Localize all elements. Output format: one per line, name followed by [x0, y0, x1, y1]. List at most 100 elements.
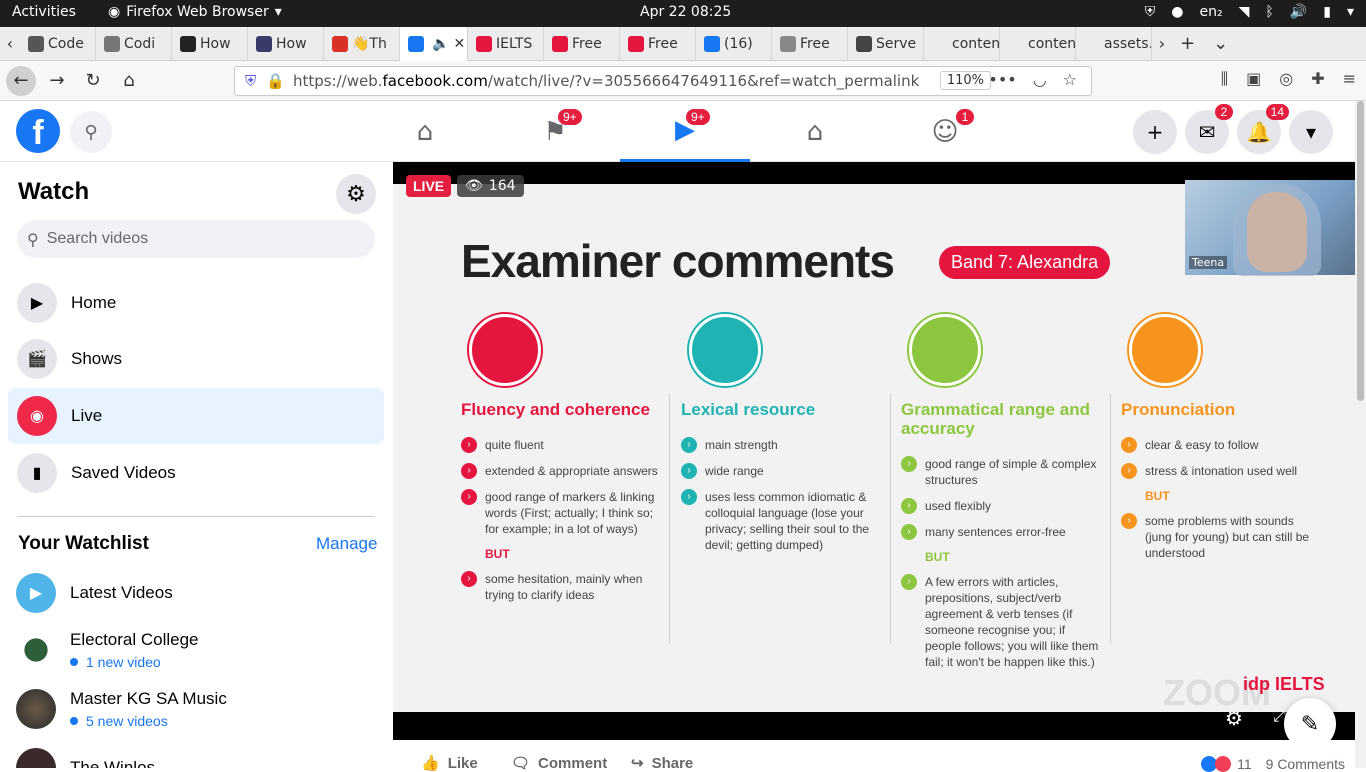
notifications-button[interactable]: 🔔 14 — [1237, 104, 1289, 154]
tab-audio-icon[interactable]: 🔈 — [432, 36, 449, 52]
url-text[interactable]: https://web.facebook.com/watch/live/?v=3… — [293, 72, 919, 90]
live-icon: ◉ — [17, 396, 57, 436]
sidebar-item-shows[interactable]: 🎬 Shows — [8, 331, 384, 387]
nav-pages[interactable]: ⚑ 9+ — [490, 101, 620, 162]
love-reaction-icon — [1215, 756, 1232, 772]
comment-button[interactable]: 🗨 Comment — [511, 754, 607, 772]
criteria-heading: Fluency and coherence — [461, 400, 650, 419]
account-icon[interactable]: ◎ — [1279, 69, 1293, 89]
tab-close-icon[interactable]: ✕ — [453, 36, 465, 52]
video-settings-icon[interactable]: ⚙ — [1225, 706, 1243, 730]
browser-tab[interactable]: (16) — [696, 27, 772, 61]
browser-tab[interactable]: Code — [20, 27, 96, 61]
sidebar-icon[interactable]: ▣ — [1246, 69, 1261, 89]
watchlist-item[interactable]: The Winlos — [16, 748, 155, 768]
search-videos-input[interactable] — [46, 230, 347, 248]
bullet-item: › uses less common idiomatic & colloquial… — [681, 489, 881, 553]
browser-tab[interactable]: Free — [772, 27, 848, 61]
app-menu[interactable]: ◉ Firefox Web Browser ▾ — [108, 4, 282, 20]
browser-tab[interactable]: Codi — [96, 27, 172, 61]
tabs-scroll-left-icon[interactable]: ‹ — [0, 27, 20, 60]
firefox-icon: ◉ — [108, 4, 121, 20]
bookmark-star-icon[interactable]: ☆ — [1063, 70, 1077, 89]
reload-icon[interactable]: ↻ — [78, 66, 108, 96]
post-actions: 👍 Like 🗨 Comment ↪ Share 11 9 Comments — [393, 740, 1355, 772]
tracking-shield-icon[interactable]: ⛨ — [245, 72, 256, 90]
tab-favicon-icon — [1008, 36, 1024, 52]
browser-tab[interactable]: content — [1000, 27, 1076, 61]
messenger-badge: 2 — [1215, 104, 1233, 120]
tabs-scroll-right-icon[interactable]: › — [1152, 27, 1172, 60]
pocket-icon[interactable]: ◡ — [1033, 70, 1047, 89]
arrow-bullet-icon: › — [461, 571, 477, 587]
url-bar[interactable]: ⛨ 🔒 https://web.facebook.com/watch/live/… — [234, 66, 1092, 96]
facebook-logo[interactable]: f — [16, 109, 60, 153]
sidebar-item-home[interactable]: ▶ Home — [8, 275, 384, 331]
tab-list-chevron-icon[interactable]: ⌄ — [1213, 33, 1228, 54]
comment-count[interactable]: 9 Comments — [1266, 756, 1345, 772]
wifi-icon: ◥ — [1238, 4, 1250, 20]
browser-tab[interactable]: assets. — [1076, 27, 1152, 61]
menu-icon[interactable]: ≡ — [1343, 69, 1356, 89]
search-icon: ⚲ — [27, 229, 39, 249]
video-icon: ▶ — [17, 283, 57, 323]
home-icon: ⌂ — [416, 116, 434, 147]
nav-watch[interactable]: ▶ 9+ — [620, 101, 750, 162]
lock-icon[interactable]: 🔒 — [266, 72, 285, 90]
account-menu-button[interactable]: ▾ — [1289, 110, 1333, 154]
watchlist-item[interactable]: ▶ Latest Videos — [16, 573, 173, 613]
browser-tab[interactable]: IELTS — [468, 27, 544, 61]
nav-marketplace[interactable]: ⌂ — [750, 101, 880, 162]
browser-tab[interactable]: Free — [544, 27, 620, 61]
page-scrollbar[interactable] — [1355, 101, 1366, 768]
system-tray[interactable]: ⛨ ● en₂ ◥ ᛒ 🔊 ▮ ▾ — [1145, 4, 1354, 20]
presenter-webcam: Teena — [1185, 180, 1355, 276]
home-icon[interactable]: ⌂ — [114, 66, 144, 96]
browser-tab[interactable]: content — [924, 27, 1000, 61]
new-tab-icon[interactable]: + — [1180, 33, 1195, 54]
watchlist-item[interactable]: Master KG SA Music 5 new videos — [16, 689, 227, 729]
messenger-button[interactable]: ✉ 2 — [1185, 104, 1233, 154]
activities-button[interactable]: Activities — [12, 4, 76, 20]
settings-gear-icon[interactable]: ⚙ — [336, 174, 376, 214]
browser-tab[interactable]: How — [248, 27, 324, 61]
forward-icon[interactable]: → — [42, 66, 72, 96]
scrollbar-thumb[interactable] — [1357, 101, 1364, 401]
reaction-count[interactable]: 11 — [1237, 756, 1252, 772]
language-indicator[interactable]: en₂ — [1200, 4, 1223, 20]
divider — [890, 394, 891, 644]
watchlist-item[interactable]: Electoral College 1 new video — [16, 630, 199, 670]
zoom-level[interactable]: 110% — [939, 71, 991, 90]
arrow-bullet-icon: › — [901, 456, 917, 472]
more-actions-icon[interactable]: ••• — [988, 70, 1016, 89]
back-icon[interactable]: ← — [6, 65, 36, 96]
sidebar-item-live[interactable]: ◉ Live — [8, 388, 384, 444]
tab-label: Free — [648, 36, 678, 52]
browser-tab[interactable]: How — [172, 27, 248, 61]
tab-favicon-icon — [856, 36, 872, 52]
manage-link[interactable]: Manage — [316, 534, 377, 554]
clock[interactable]: Apr 22 08:25 — [640, 4, 731, 20]
sidebar-item-saved-videos[interactable]: ▮ Saved Videos — [8, 445, 384, 501]
arrow-bullet-icon: › — [681, 489, 697, 505]
video-player[interactable]: Examiner comments Band 7: Alexandra Flue… — [393, 162, 1355, 740]
tab-favicon-icon — [28, 36, 44, 52]
library-icon[interactable]: ⫼ — [1221, 69, 1228, 89]
search-icon[interactable]: ⚲ — [70, 111, 112, 153]
share-button[interactable]: ↪ Share — [631, 754, 693, 772]
tab-label: Free — [572, 36, 602, 52]
like-button[interactable]: 👍 Like — [421, 754, 478, 772]
search-videos-field[interactable]: ⚲ — [17, 220, 375, 258]
browser-tab[interactable]: 👋Th — [324, 27, 400, 61]
caret-down-icon: ▾ — [1305, 120, 1317, 144]
browser-tab[interactable]: Serve — [848, 27, 924, 61]
bullet-item: › quite fluent — [461, 437, 661, 453]
bullet-item: › extended & appropriate answers — [461, 463, 661, 479]
bullet-item: › wide range — [681, 463, 881, 479]
browser-tab[interactable]: Free — [620, 27, 696, 61]
extension-icon[interactable]: ✚ — [1311, 69, 1324, 89]
create-button[interactable]: + — [1133, 110, 1177, 154]
nav-groups[interactable]: ☺ 1 — [880, 101, 1010, 162]
nav-home[interactable]: ⌂ — [360, 101, 490, 162]
tab-active[interactable]: 🔈 ✕ — [400, 27, 468, 61]
